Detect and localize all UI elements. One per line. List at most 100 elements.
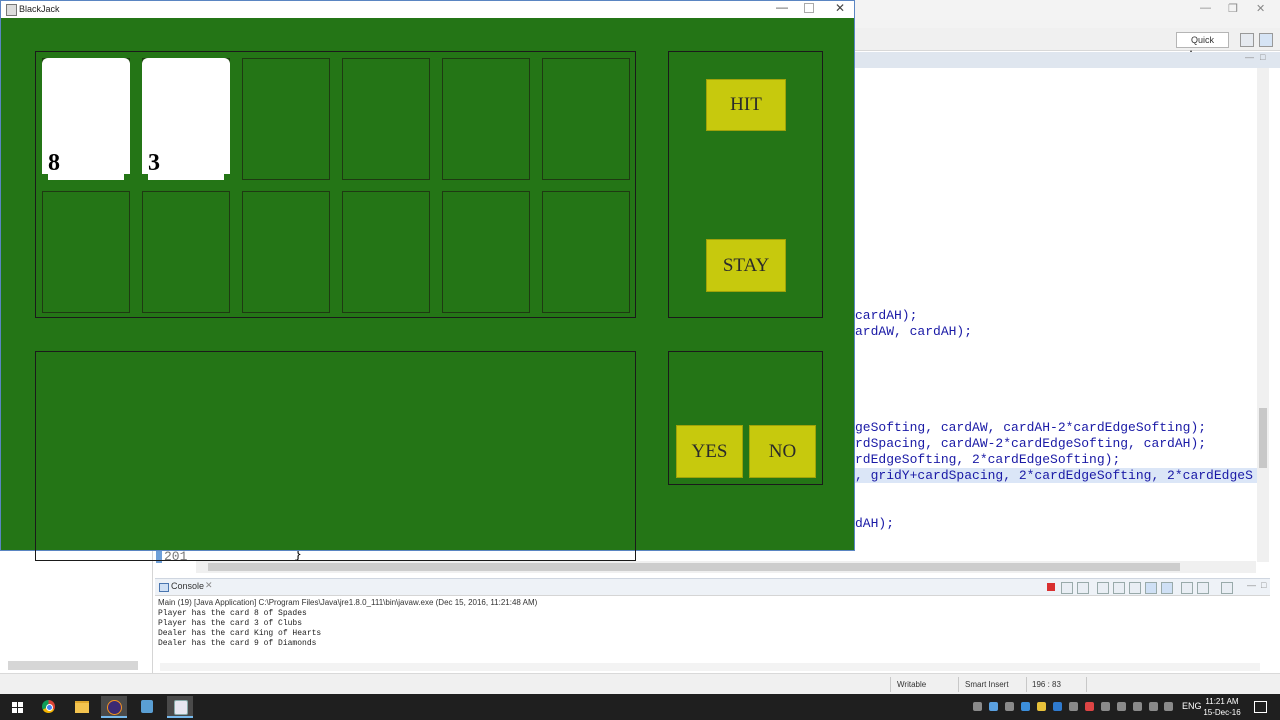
card-grid-panel: 8 3 — [35, 51, 636, 318]
code-line-highlighted: , gridY+cardSpacing, 2*cardEdgeSofting, … — [855, 468, 1257, 483]
tray-icon[interactable] — [1005, 702, 1014, 711]
play-again-panel: YES NO — [668, 351, 823, 485]
card-slot — [442, 191, 530, 313]
volume-icon[interactable] — [1164, 702, 1173, 711]
blackjack-taskbar-button[interactable] — [167, 696, 193, 718]
terminate-icon[interactable] — [1047, 583, 1055, 591]
quick-access-field[interactable]: Quick Access — [1176, 32, 1229, 59]
close-tab-icon[interactable]: ✕ — [205, 580, 213, 591]
yes-button[interactable]: YES — [676, 425, 743, 478]
card-value: 3 — [148, 150, 160, 176]
clear-console-icon[interactable] — [1097, 582, 1109, 594]
code-line: rdSpacing, cardAW-2*cardEdgeSofting, car… — [855, 436, 1207, 451]
chrome-taskbar-button[interactable] — [36, 696, 62, 718]
word-wrap-icon[interactable] — [1129, 582, 1141, 594]
editor-minimize-icon[interactable]: — — [1245, 52, 1254, 62]
restore-icon[interactable]: ❐ — [1228, 2, 1238, 15]
windows-taskbar: ENG 11:21 AM 15-Dec-16 — [0, 694, 1280, 720]
card-slot — [542, 191, 630, 313]
status-separator — [1086, 677, 1087, 692]
notifications-icon[interactable] — [1254, 701, 1267, 713]
remove-launch-icon[interactable] — [1061, 582, 1073, 594]
player-card: 8 — [42, 58, 130, 180]
tray-icon[interactable] — [1117, 702, 1126, 711]
windows-logo-icon — [12, 702, 24, 714]
editor-tab-bar: — □ — [855, 52, 1280, 68]
card-slot — [342, 191, 430, 313]
console-tab-bar: Console ✕ — □ — [155, 579, 1270, 596]
scroll-lock-icon[interactable] — [1113, 582, 1125, 594]
ide-status-bar: Writable Smart Insert 196 : 83 — [0, 673, 1280, 695]
package-explorer-panel — [0, 551, 153, 673]
code-line: dAH); — [855, 516, 895, 531]
shield-icon[interactable] — [1069, 702, 1078, 711]
editor-vertical-scrollbar[interactable] — [1257, 68, 1269, 562]
message-panel — [35, 351, 636, 561]
console-maximize-icon[interactable]: □ — [1261, 580, 1266, 590]
card-slot — [442, 58, 530, 180]
card-slot — [242, 191, 330, 313]
blackjack-window: BlackJack — ✕ 8 3 HIT STAY YES NO — [0, 0, 855, 561]
minimize-icon[interactable]: — — [776, 0, 788, 14]
stay-button[interactable]: STAY — [706, 239, 786, 292]
eclipse-taskbar-button[interactable] — [101, 696, 127, 718]
chrome-icon — [42, 700, 55, 713]
panel-horizontal-scrollbar[interactable] — [8, 661, 138, 670]
tab-console[interactable]: Console — [171, 581, 204, 591]
java-app-icon — [174, 700, 188, 715]
java-taskbar-button[interactable] — [134, 696, 160, 718]
tray-icon[interactable] — [1085, 702, 1094, 711]
maximize-icon[interactable] — [804, 3, 814, 13]
clock[interactable]: 11:21 AM 15-Dec-16 — [1196, 696, 1248, 718]
card-slot — [42, 191, 130, 313]
open-perspective-icon[interactable] — [1240, 33, 1254, 47]
console-minimize-icon[interactable]: — — [1247, 580, 1256, 590]
display-console-icon[interactable] — [1197, 582, 1209, 594]
eclipse-icon — [107, 700, 122, 715]
code-line: cardAH); — [855, 308, 918, 323]
card-corner — [224, 174, 230, 180]
cursor-position-status: 196 : 83 — [1032, 680, 1061, 689]
folder-icon — [75, 701, 89, 713]
close-icon[interactable]: ✕ — [1256, 2, 1265, 15]
card-slot — [242, 58, 330, 180]
tray-icon[interactable] — [1101, 702, 1110, 711]
remove-all-icon[interactable] — [1077, 582, 1089, 594]
file-explorer-taskbar-button[interactable] — [69, 696, 95, 718]
console-process-header: Main (19) [Java Application] C:\Program … — [158, 598, 538, 607]
battery-icon[interactable] — [1133, 702, 1142, 711]
card-slot — [342, 58, 430, 180]
pin-console-icon[interactable] — [1181, 582, 1193, 594]
action-panel: HIT STAY — [668, 51, 823, 318]
scrollbar-thumb[interactable] — [1259, 408, 1267, 468]
console-horizontal-scrollbar[interactable] — [160, 663, 1260, 671]
close-icon[interactable]: ✕ — [835, 1, 845, 15]
java-perspective-icon[interactable] — [1259, 33, 1273, 47]
editor-horizontal-scrollbar[interactable] — [196, 561, 1256, 573]
tray-icon[interactable] — [1053, 702, 1062, 711]
blackjack-title-bar: BlackJack — ✕ — [1, 0, 854, 18]
code-line: rdEdgeSofting, 2*cardEdgeSofting); — [855, 452, 1121, 467]
open-console-icon[interactable] — [1221, 582, 1233, 594]
insert-mode-status: Smart Insert — [965, 680, 1009, 689]
console-line: Player has the card 3 of Clubs — [158, 619, 303, 628]
start-button[interactable] — [2, 696, 28, 718]
show-on-error-icon[interactable] — [1161, 582, 1173, 594]
clock-time: 11:21 AM — [1205, 697, 1239, 706]
window-title: BlackJack — [19, 4, 60, 14]
network-icon[interactable] — [1149, 702, 1158, 711]
no-button[interactable]: NO — [749, 425, 816, 478]
tray-icon[interactable] — [1021, 702, 1030, 711]
hit-button[interactable]: HIT — [706, 79, 786, 131]
editor-maximize-icon[interactable]: □ — [1260, 52, 1265, 62]
minimize-icon[interactable]: — — [1200, 2, 1211, 14]
console-view: Console ✕ — □ Main (19) [Java Applicatio… — [155, 578, 1270, 674]
scrollbar-thumb[interactable] — [208, 563, 1180, 571]
code-line: ardAW, cardAH); — [855, 324, 973, 339]
tray-icon[interactable] — [989, 702, 998, 711]
code-editor[interactable]: cardAH); ardAW, cardAH); geSofting, card… — [855, 68, 1257, 558]
tray-icon[interactable] — [973, 702, 982, 711]
show-on-output-icon[interactable] — [1145, 582, 1157, 594]
tray-icon[interactable] — [1037, 702, 1046, 711]
status-separator — [1026, 677, 1027, 692]
